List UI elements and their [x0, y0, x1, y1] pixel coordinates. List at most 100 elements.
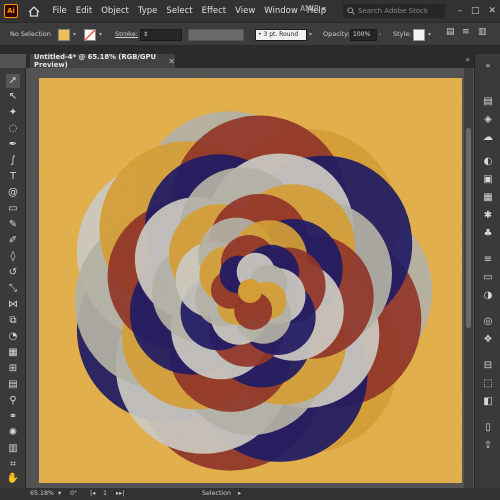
- close-button[interactable]: ✕: [488, 4, 496, 18]
- document-tab[interactable]: Untitled-4* @ 65.18% (RGB/GPU Preview) ✕: [30, 53, 175, 69]
- align-panel-icon[interactable]: ⊟: [481, 358, 495, 372]
- symbols-panel-icon[interactable]: ♣: [481, 226, 495, 240]
- swatches-panel-icon[interactable]: ▦: [481, 190, 495, 204]
- transform-panel-icon[interactable]: ⬚: [481, 376, 495, 390]
- brush-definition[interactable]: • 3 pt. Round: [255, 29, 307, 41]
- menu-select[interactable]: Select: [162, 0, 197, 22]
- zoom-dropdown-icon[interactable]: ▾: [58, 490, 61, 497]
- opacity-dropdown-icon[interactable]: ›: [379, 31, 381, 38]
- main-menu: File Edit Object Type Select Effect View…: [48, 0, 331, 22]
- canvas-area[interactable]: [26, 68, 474, 488]
- stroke-swatch[interactable]: [84, 29, 96, 41]
- maximize-button[interactable]: □: [471, 4, 480, 18]
- direct-selection-tool-icon[interactable]: ↖: [6, 90, 20, 104]
- shaper-tool-icon[interactable]: ✐: [6, 234, 20, 248]
- brush-dot-icon: •: [258, 31, 262, 38]
- mesh-tool-icon[interactable]: ⊞: [6, 362, 20, 376]
- hand-tool-icon[interactable]: ✋: [6, 472, 20, 486]
- menu-view[interactable]: View: [231, 0, 260, 22]
- stroke-label[interactable]: Stroke:: [115, 30, 138, 38]
- selection-status: No Selection: [10, 30, 51, 38]
- gradient-panel-icon[interactable]: ▭: [481, 270, 495, 284]
- perspective-grid-icon[interactable]: ▦: [6, 346, 20, 360]
- menu-type[interactable]: Type: [133, 0, 162, 22]
- libraries-panel-icon[interactable]: ☁: [481, 130, 495, 144]
- appearance-panel-icon[interactable]: ◎: [481, 314, 495, 328]
- control-bar: No Selection ▾ ▾ Stroke: ⇕ • 3 pt. Round…: [0, 22, 500, 46]
- menu-object[interactable]: Object: [97, 0, 134, 22]
- brushes-panel-icon[interactable]: ✱: [481, 208, 495, 222]
- transparency-panel-icon[interactable]: ◑: [481, 288, 495, 302]
- document-setup-icon[interactable]: ▤: [446, 27, 455, 37]
- next-artboard-icon[interactable]: ▸▸|: [116, 490, 124, 497]
- artboard[interactable]: [39, 78, 462, 483]
- zoom-level[interactable]: 65.18%: [30, 490, 54, 497]
- pathfinder-panel-icon[interactable]: ◧: [481, 394, 495, 408]
- rectangle-tool-icon[interactable]: ▭: [6, 202, 20, 216]
- minimize-button[interactable]: –: [457, 4, 462, 18]
- spiral-flower-artwork[interactable]: [39, 78, 462, 483]
- align-icon[interactable]: ▥: [478, 27, 487, 37]
- selection-tool-icon[interactable]: ➚: [6, 74, 20, 88]
- stroke-panel-icon[interactable]: ≡: [481, 252, 495, 266]
- color-panel-icon[interactable]: ◐: [481, 154, 495, 168]
- home-icon[interactable]: [26, 3, 42, 19]
- scale-tool-icon[interactable]: ⤡: [6, 282, 20, 296]
- gradient-tool-icon[interactable]: ▤: [6, 378, 20, 392]
- spiral-tool-icon[interactable]: @: [6, 186, 20, 200]
- user-account[interactable]: AMIR ▾: [300, 4, 326, 13]
- search-placeholder: Search Adobe Stock: [358, 7, 429, 15]
- paintbrush-tool-icon[interactable]: ✎: [6, 218, 20, 232]
- curvature-tool-icon[interactable]: ∫: [6, 154, 20, 168]
- opacity-field[interactable]: 100%: [350, 29, 377, 41]
- tab-overflow-icon[interactable]: »: [465, 55, 470, 64]
- free-transform-icon[interactable]: ⧉: [6, 314, 20, 328]
- symbol-sprayer-icon[interactable]: ✺: [6, 426, 20, 440]
- style-label: Style:: [393, 30, 412, 38]
- stroke-weight-field[interactable]: ⇕: [140, 29, 182, 41]
- chevron-down-icon: ▾: [322, 4, 326, 13]
- lasso-icon[interactable]: ◌: [6, 122, 20, 136]
- document-tab-title: Untitled-4* @ 65.18% (RGB/GPU Preview): [34, 53, 156, 69]
- properties-panel-icon[interactable]: ▤: [481, 94, 495, 108]
- menu-effect[interactable]: Effect: [197, 0, 230, 22]
- vertical-scrollbar[interactable]: [464, 68, 473, 488]
- scrollbar-thumb[interactable]: [466, 128, 471, 328]
- column-graph-icon[interactable]: ▥: [6, 442, 20, 456]
- graphic-styles-icon[interactable]: ❖: [481, 332, 495, 346]
- menu-file[interactable]: File: [48, 0, 71, 22]
- preferences-icon[interactable]: ≡: [462, 27, 470, 37]
- eraser-tool-icon[interactable]: ◊: [6, 250, 20, 264]
- fill-dropdown-icon[interactable]: ▾: [73, 31, 76, 38]
- rotate-tool-icon[interactable]: ↺: [6, 266, 20, 280]
- color-guide-icon[interactable]: ▣: [481, 172, 495, 186]
- asset-export-icon[interactable]: ⇪: [481, 438, 495, 452]
- style-dropdown-icon[interactable]: ▾: [428, 31, 431, 38]
- collapse-panels-icon[interactable]: «: [481, 58, 495, 72]
- layers-panel-icon[interactable]: ◈: [481, 112, 495, 126]
- magic-wand-icon[interactable]: ✦: [6, 106, 20, 120]
- variable-width-profile[interactable]: [188, 29, 244, 41]
- app-logo: Ai: [4, 4, 18, 18]
- artboard-tool-icon[interactable]: ⌗: [6, 458, 20, 472]
- opacity-value: 100%: [353, 31, 371, 38]
- graphic-style-swatch[interactable]: [413, 29, 425, 41]
- close-tab-icon[interactable]: ✕: [168, 57, 175, 66]
- pen-tool-icon[interactable]: ✒: [6, 138, 20, 152]
- eyedropper-icon[interactable]: ⚲: [6, 394, 20, 408]
- artboards-panel-icon[interactable]: ▯: [481, 420, 495, 434]
- menu-edit[interactable]: Edit: [71, 0, 96, 22]
- menu-window[interactable]: Window: [260, 0, 303, 22]
- width-tool-icon[interactable]: ⋈: [6, 298, 20, 312]
- status-menu-icon[interactable]: ▸: [238, 490, 241, 497]
- stock-search-input[interactable]: Search Adobe Stock: [343, 4, 445, 18]
- first-artboard-icon[interactable]: |◂: [90, 490, 95, 497]
- brush-dropdown-icon[interactable]: ▾: [309, 31, 312, 38]
- type-tool-icon[interactable]: T: [6, 170, 20, 184]
- rotation-value[interactable]: 0°: [70, 490, 77, 497]
- artboard-number[interactable]: 1: [103, 490, 107, 497]
- fill-swatch[interactable]: [58, 29, 70, 41]
- stroke-dropdown-icon[interactable]: ▾: [99, 31, 102, 38]
- blend-tool-icon[interactable]: ⚭: [6, 410, 20, 424]
- shape-builder-icon[interactable]: ◔: [6, 330, 20, 344]
